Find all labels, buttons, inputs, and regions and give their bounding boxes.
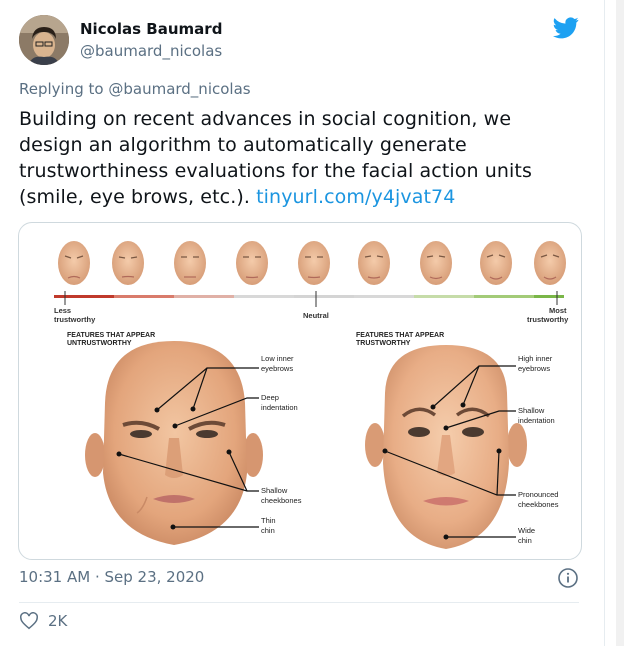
callout-label: eyebrows (518, 364, 550, 373)
tweet-text-line: Building on recent advances in social co… (19, 108, 512, 130)
tweet-timestamp[interactable]: 10:31 AM · Sep 23, 2020 (19, 568, 204, 586)
callout-label: Pronounced (518, 490, 558, 499)
scale-face (358, 241, 390, 285)
scale-left-label: trustworthy (54, 315, 96, 324)
heart-outline-icon[interactable] (19, 612, 39, 630)
callout-label: chin (518, 536, 532, 545)
scale-left-label: Less (54, 306, 71, 315)
face-scale-row (58, 241, 566, 285)
callout-label: Thin (261, 516, 276, 525)
trust-scale-bar (54, 291, 564, 307)
twitter-bird-icon[interactable] (553, 17, 579, 39)
callout-label: eyebrows (261, 364, 293, 373)
tweet-text-line: design an algorithm to automatically gen… (19, 134, 467, 156)
callout-label: Low inner (261, 354, 294, 363)
tweet-media-image[interactable]: Less trustworthy Neutral Most trustworth… (18, 222, 582, 560)
scale-right-label: trustworthy (527, 315, 569, 324)
tweet-card: Nicolas Baumard @baumard_nicolas Replyin… (0, 0, 605, 646)
avatar-photo (19, 15, 69, 65)
untrustworthy-face (85, 341, 263, 545)
tweet-text-line: (smile, eye brows, etc.). tinyurl.com/y4… (19, 184, 579, 210)
scale-face (236, 241, 268, 285)
callout-label: Wide (518, 526, 535, 535)
author-handle[interactable]: @baumard_nicolas (80, 42, 222, 60)
scale-face (480, 241, 512, 285)
tweet-text: Building on recent advances in social co… (19, 106, 579, 210)
scale-face (534, 241, 566, 285)
callout-label: indentation (518, 416, 555, 425)
callout-label: Shallow (518, 406, 545, 415)
author-name[interactable]: Nicolas Baumard (80, 20, 222, 38)
scale-face (174, 241, 206, 285)
callout-label: Shallow (261, 486, 288, 495)
reply-prefix: Replying to (19, 80, 104, 98)
tweet-link[interactable]: tinyurl.com/y4jvat74 (256, 186, 455, 208)
left-panel-heading: FEATURES THAT APPEAR (67, 332, 155, 339)
callout-label: cheekbones (518, 500, 559, 509)
scale-neutral-label: Neutral (303, 311, 329, 320)
right-panel-heading: TRUSTWORTHY (356, 340, 411, 347)
page-scrollbar[interactable] (616, 0, 624, 646)
author-avatar[interactable] (19, 15, 69, 65)
scale-face (58, 241, 90, 285)
callout-label: chin (261, 526, 275, 535)
scale-face (420, 241, 452, 285)
callout-label: cheekbones (261, 496, 302, 505)
tweet-text-fragment: (smile, eye brows, etc.). (19, 186, 250, 208)
tweet-text-line: trustworthiness evaluations for the faci… (19, 160, 532, 182)
trustworthy-face (365, 345, 527, 549)
callout-label: High inner (518, 354, 553, 363)
right-panel-heading: FEATURES THAT APPEAR (356, 332, 444, 339)
footer-divider (19, 602, 579, 603)
scale-face (298, 241, 330, 285)
left-panel-heading: UNTRUSTWORTHY (67, 340, 132, 347)
scale-right-label: Most (549, 306, 567, 315)
reply-handle-link[interactable]: @baumard_nicolas (108, 80, 250, 98)
reply-context: Replying to @baumard_nicolas (19, 80, 251, 98)
callout-label: Deep (261, 393, 279, 402)
like-count[interactable]: 2K (48, 612, 67, 630)
scale-face (112, 241, 144, 285)
callout-label: indentation (261, 403, 298, 412)
trustworthiness-figure: Less trustworthy Neutral Most trustworth… (54, 241, 569, 549)
info-circle-icon[interactable] (557, 567, 579, 589)
